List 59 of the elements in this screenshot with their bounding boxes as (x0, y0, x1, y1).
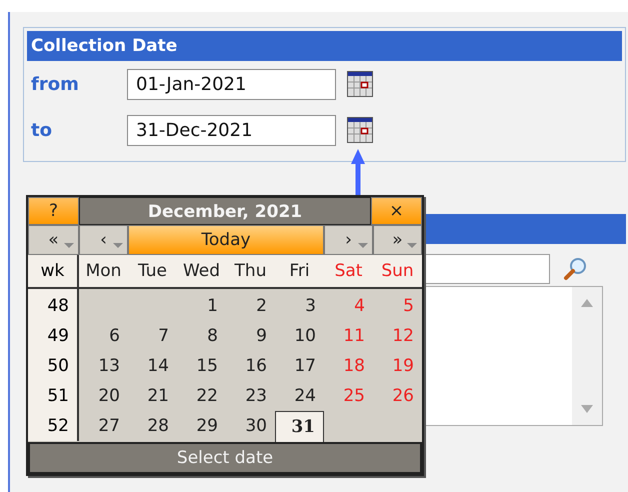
weekday-label: Wed (177, 255, 226, 289)
scroll-down-icon[interactable] (581, 405, 593, 413)
day-cell[interactable]: 24 (275, 381, 324, 411)
caret-icon (64, 243, 74, 248)
caret-icon (113, 243, 123, 248)
calendar-icon[interactable] (347, 71, 373, 97)
weekday-label: Mon (79, 255, 128, 289)
day-cell[interactable]: 16 (226, 351, 275, 381)
day-cell[interactable]: 22 (177, 381, 226, 411)
week-number: 48 (28, 289, 79, 321)
week-heading: wk (28, 255, 79, 289)
day-cell[interactable]: 2 (226, 289, 275, 321)
day-cell[interactable]: 13 (79, 351, 128, 381)
field-label: from (30, 74, 80, 94)
week-number: 51 (28, 381, 79, 411)
day-cell[interactable]: 7 (128, 321, 177, 351)
weekday-label: Thu (226, 255, 275, 289)
day-cell[interactable]: 28 (128, 411, 177, 441)
day-cell[interactable]: 8 (177, 321, 226, 351)
day-cell[interactable]: 31 (275, 411, 324, 442)
day-cell[interactable]: 3 (275, 289, 324, 321)
weekday-label: Sat (324, 255, 373, 289)
month-title: December, 2021 (79, 197, 371, 225)
help-button[interactable]: ? (28, 197, 79, 225)
day-cell[interactable]: 9 (226, 321, 275, 351)
day-cell[interactable]: 10 (275, 321, 324, 351)
week-number: 52 (28, 411, 79, 441)
day-cell[interactable]: 17 (275, 351, 324, 381)
nav-button[interactable]: › (324, 225, 373, 255)
calendar-icon[interactable] (347, 117, 373, 143)
day-cell[interactable]: 29 (177, 411, 226, 441)
day-cell[interactable]: 15 (177, 351, 226, 381)
nav-button[interactable]: » (373, 225, 422, 255)
day-cell[interactable]: 30 (226, 411, 275, 441)
day-cell[interactable]: 6 (79, 321, 128, 351)
weekday-label: Tue (128, 255, 177, 289)
date-input[interactable]: 01-Jan-2021 (127, 68, 336, 100)
arrow-icon (351, 149, 365, 195)
section-header: Collection Date (27, 31, 622, 61)
nav-button[interactable]: « (28, 225, 79, 255)
day-cell[interactable]: 1 (177, 289, 226, 321)
date-input[interactable]: 31-Dec-2021 (127, 114, 336, 146)
search-icon[interactable] (563, 257, 587, 281)
week-number: 49 (28, 321, 79, 351)
status-bar: Select date (28, 442, 422, 474)
day-cell[interactable]: 14 (128, 351, 177, 381)
day-cell[interactable]: 20 (79, 381, 128, 411)
scroll-up-icon[interactable] (581, 299, 593, 307)
day-cell[interactable]: 23 (226, 381, 275, 411)
nav-button[interactable]: ‹ (79, 225, 128, 255)
day-cell[interactable]: 21 (128, 381, 177, 411)
today-button[interactable]: Today (128, 225, 324, 255)
day-cell[interactable]: 27 (79, 411, 128, 441)
weekday-label: Sun (373, 255, 422, 289)
field-label: to (30, 120, 53, 140)
weekday-label: Fri (275, 255, 324, 289)
scrollbar[interactable] (572, 287, 602, 425)
week-number: 50 (28, 351, 79, 381)
close-button[interactable]: × (371, 197, 422, 225)
